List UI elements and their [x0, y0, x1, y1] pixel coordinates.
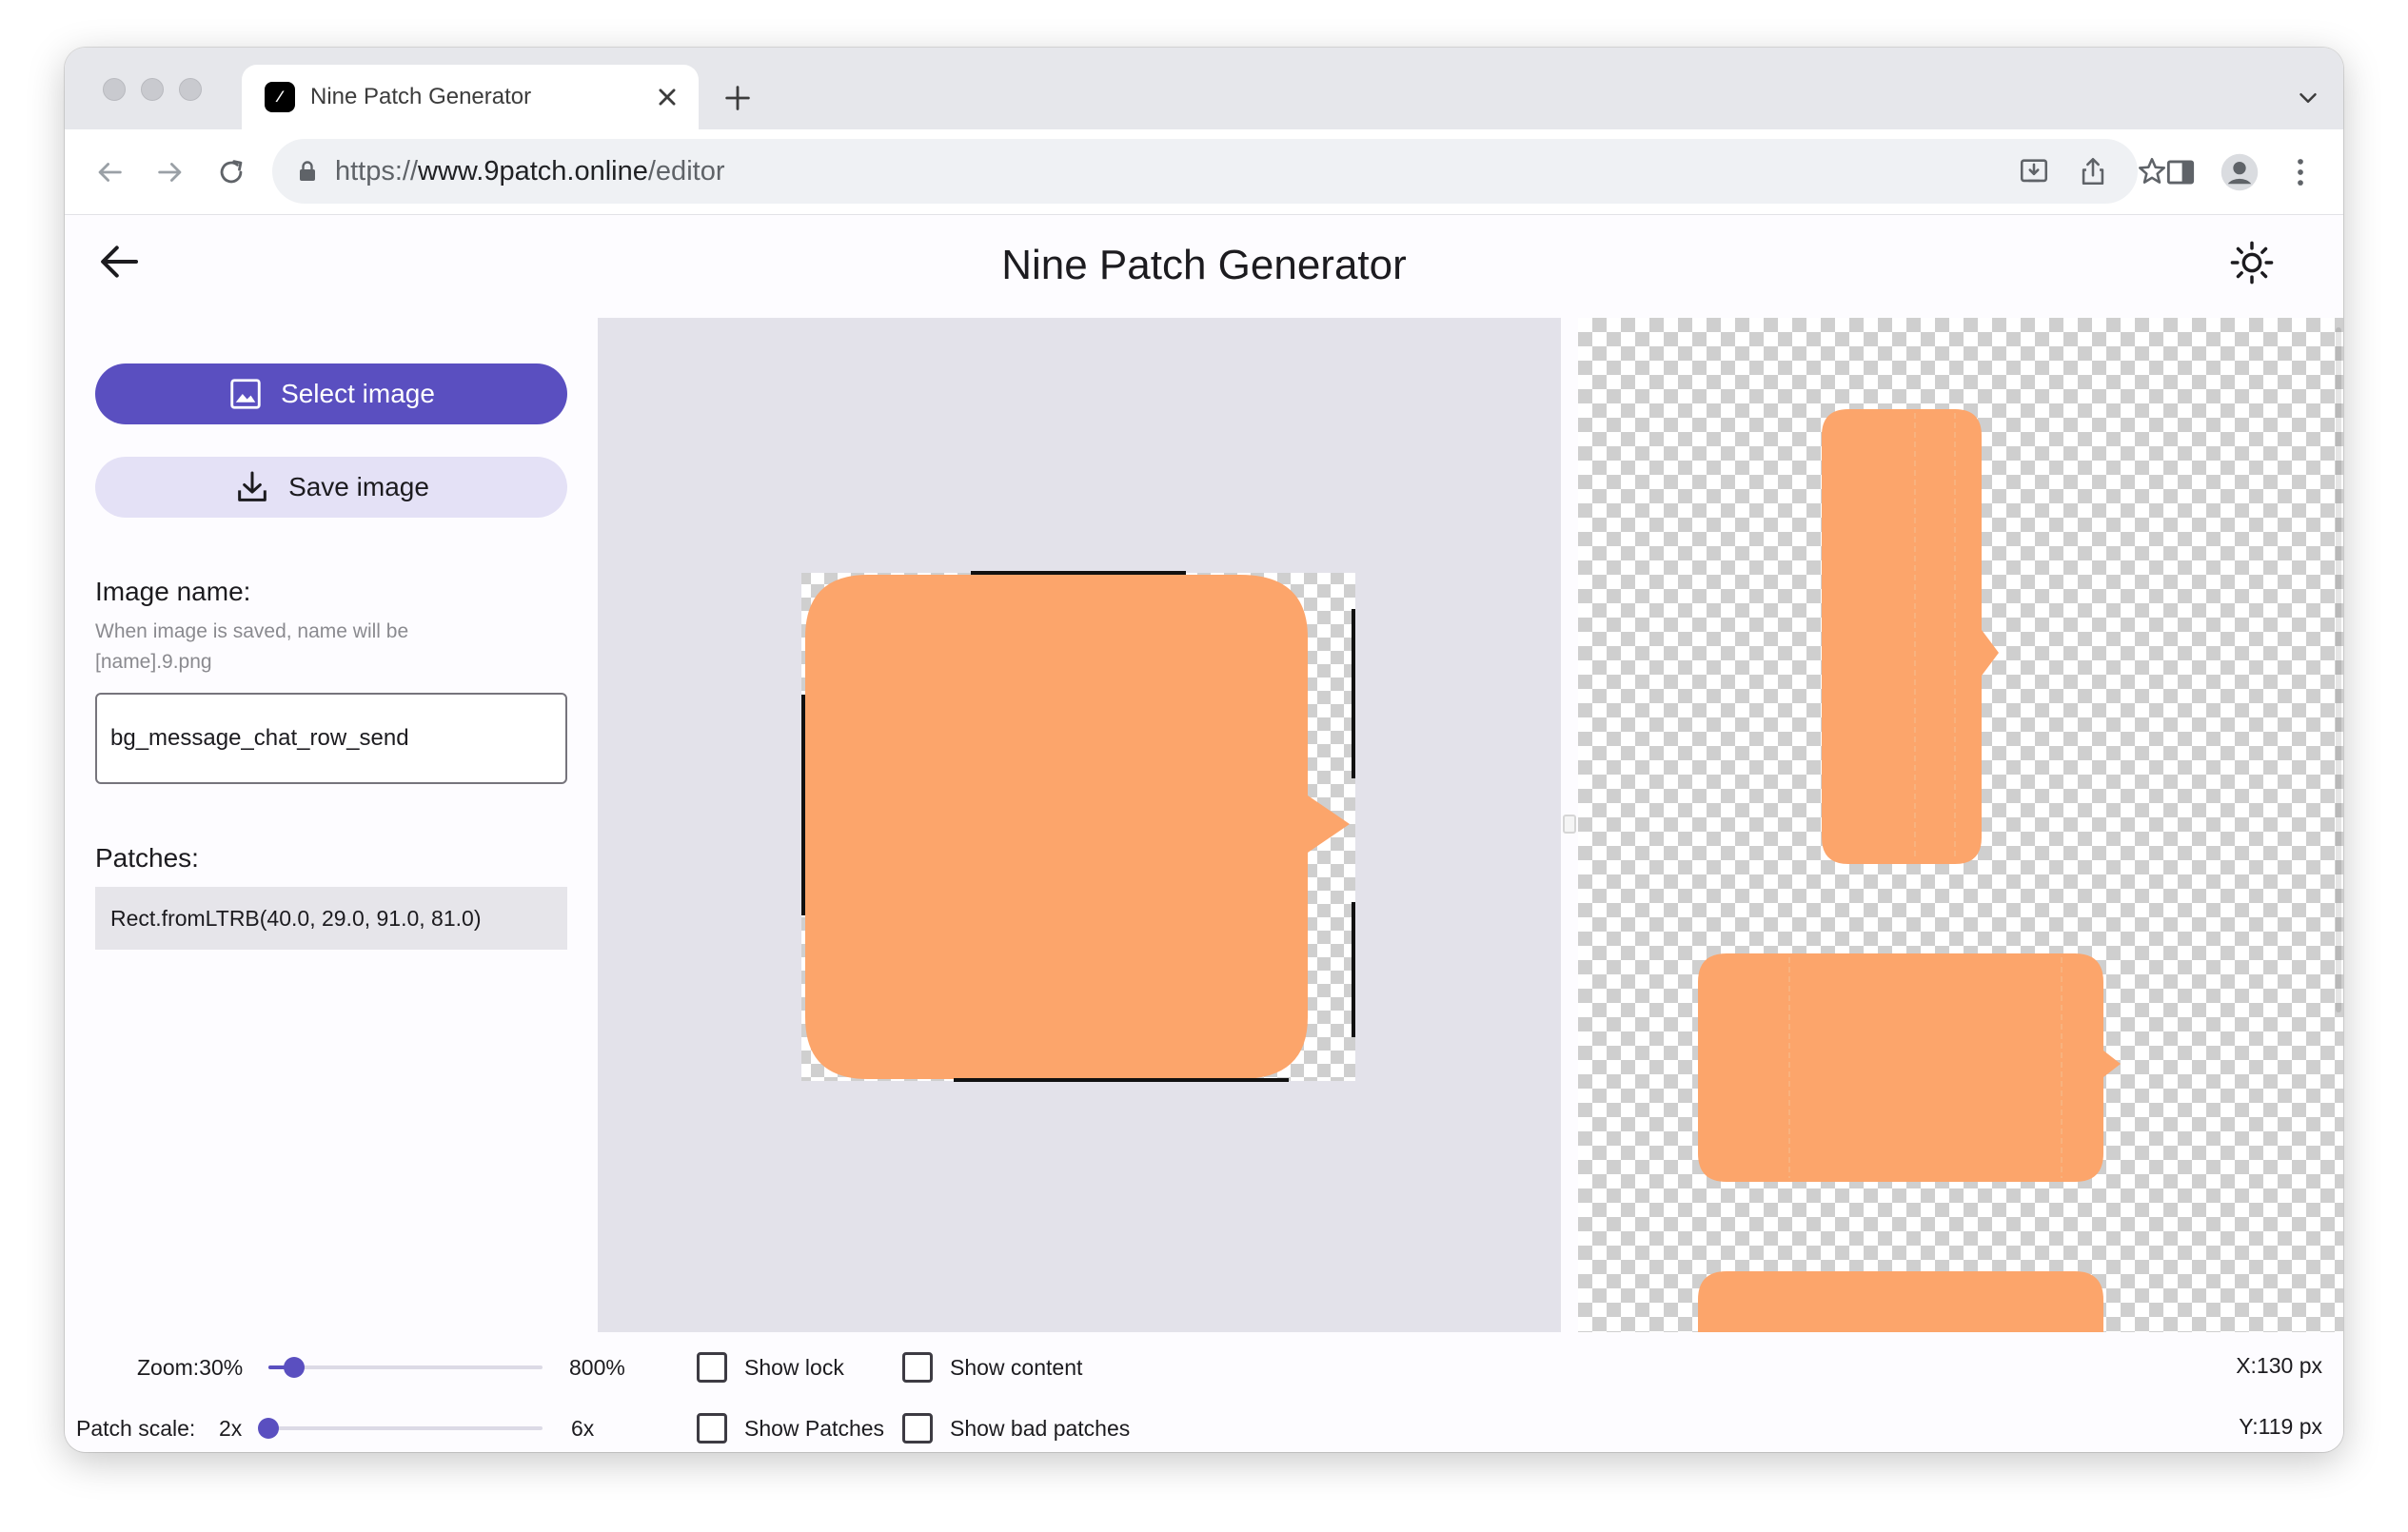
url-scheme: https://: [335, 156, 419, 187]
patch-scale-label: Patch scale:: [76, 1416, 196, 1441]
chat-bubble-shape: [805, 575, 1350, 1079]
image-name-label: Image name:: [95, 577, 251, 606]
patch-scale-slider-track: [268, 1426, 543, 1430]
close-icon[interactable]: [651, 81, 683, 113]
zoom-slider[interactable]: [268, 1353, 543, 1382]
app-content: Nine Patch Generator Select image Save i…: [65, 215, 2343, 1452]
x-coordinate-readout: X:130 px: [2236, 1353, 2322, 1378]
preview-svg: [1698, 409, 2121, 1332]
chevron-down-icon[interactable]: [2294, 84, 2322, 112]
back-arrow-icon[interactable]: [93, 156, 126, 188]
show-patches-checkbox[interactable]: [697, 1413, 727, 1444]
show-content-label: Show content: [950, 1355, 1083, 1380]
save-image-label: Save image: [288, 472, 429, 501]
tab-strip: ⁄ Nine Patch Generator: [65, 48, 2343, 129]
url-text: https://www.9patch.online/editor: [335, 155, 724, 187]
show-lock-checkbox[interactable]: [697, 1352, 727, 1383]
panel-resize-handle[interactable]: [1563, 815, 1576, 834]
app-favicon-icon: ⁄: [265, 82, 295, 112]
profile-avatar-icon[interactable]: [2220, 152, 2260, 192]
install-app-icon[interactable]: [2018, 155, 2050, 187]
browser-toolbar: https://www.9patch.online/editor: [65, 129, 2343, 215]
tab-title: Nine Patch Generator: [310, 84, 532, 109]
lock-icon: [300, 161, 315, 181]
preview-tall-bubble: [1822, 409, 1999, 864]
preview-scrollbar[interactable]: [2336, 327, 2341, 1012]
forward-arrow-icon[interactable]: [154, 156, 187, 188]
new-tab-plus-icon[interactable]: [721, 82, 754, 114]
window-minimize-dot[interactable]: [141, 78, 164, 101]
editor-canvas[interactable]: [598, 318, 1561, 1332]
side-panel-icon[interactable]: [2162, 154, 2199, 190]
zoom-max-label: 800%: [569, 1355, 625, 1380]
patch-scale-max-label: 6x: [571, 1416, 595, 1441]
show-lock-label: Show lock: [744, 1355, 844, 1380]
page-title: Nine Patch Generator: [1001, 242, 1407, 288]
more-vertical-icon[interactable]: [2282, 154, 2319, 190]
patch-scale-slider-thumb[interactable]: [258, 1418, 279, 1439]
share-icon[interactable]: [2077, 155, 2109, 187]
zoom-label: Zoom:30%: [137, 1355, 244, 1380]
select-image-button[interactable]: Select image: [95, 363, 567, 424]
brightness-sun-icon[interactable]: [2227, 238, 2277, 287]
browser-tab-active[interactable]: ⁄ Nine Patch Generator: [242, 65, 699, 129]
preview-panel[interactable]: [1578, 318, 2343, 1332]
select-image-label: Select image: [281, 379, 435, 408]
patches-list-item: Rect.fromLTRB(40.0, 29.0, 91.0, 81.0): [95, 887, 567, 950]
image-name-input[interactable]: [95, 693, 567, 784]
image-icon: [230, 379, 261, 409]
editor-image-svg: [801, 571, 1355, 1082]
zoom-slider-thumb[interactable]: [284, 1357, 305, 1378]
show-patches-label: Show Patches: [744, 1416, 885, 1441]
window-zoom-dot[interactable]: [179, 78, 202, 101]
show-content-checkbox[interactable]: [902, 1352, 933, 1383]
window-close-dot[interactable]: [103, 78, 126, 101]
y-coordinate-readout: Y:119 px: [2239, 1414, 2322, 1439]
zoom-slider-track: [268, 1365, 543, 1369]
url-host: www.9patch.online: [418, 156, 648, 187]
patch-scale-slider[interactable]: [258, 1414, 543, 1443]
save-image-button[interactable]: Save image: [95, 457, 567, 518]
preview-wide-bubble: [1698, 953, 2121, 1182]
preview-third-bubble: [1698, 1271, 2103, 1332]
show-bad-patches-label: Show bad patches: [950, 1416, 1131, 1441]
patch-scale-value: 2x: [219, 1416, 243, 1441]
browser-window: ⁄ Nine Patch Generator https://www.9patc…: [65, 48, 2343, 1452]
image-name-helper-text: When image is saved, name will be [name]…: [95, 620, 409, 673]
patches-label: Patches:: [95, 843, 199, 873]
show-bad-patches-checkbox[interactable]: [902, 1413, 933, 1444]
reload-icon[interactable]: [215, 156, 247, 188]
url-path: /editor: [647, 156, 725, 187]
address-bar[interactable]: https://www.9patch.online/editor: [272, 139, 2166, 204]
download-icon: [238, 471, 266, 501]
